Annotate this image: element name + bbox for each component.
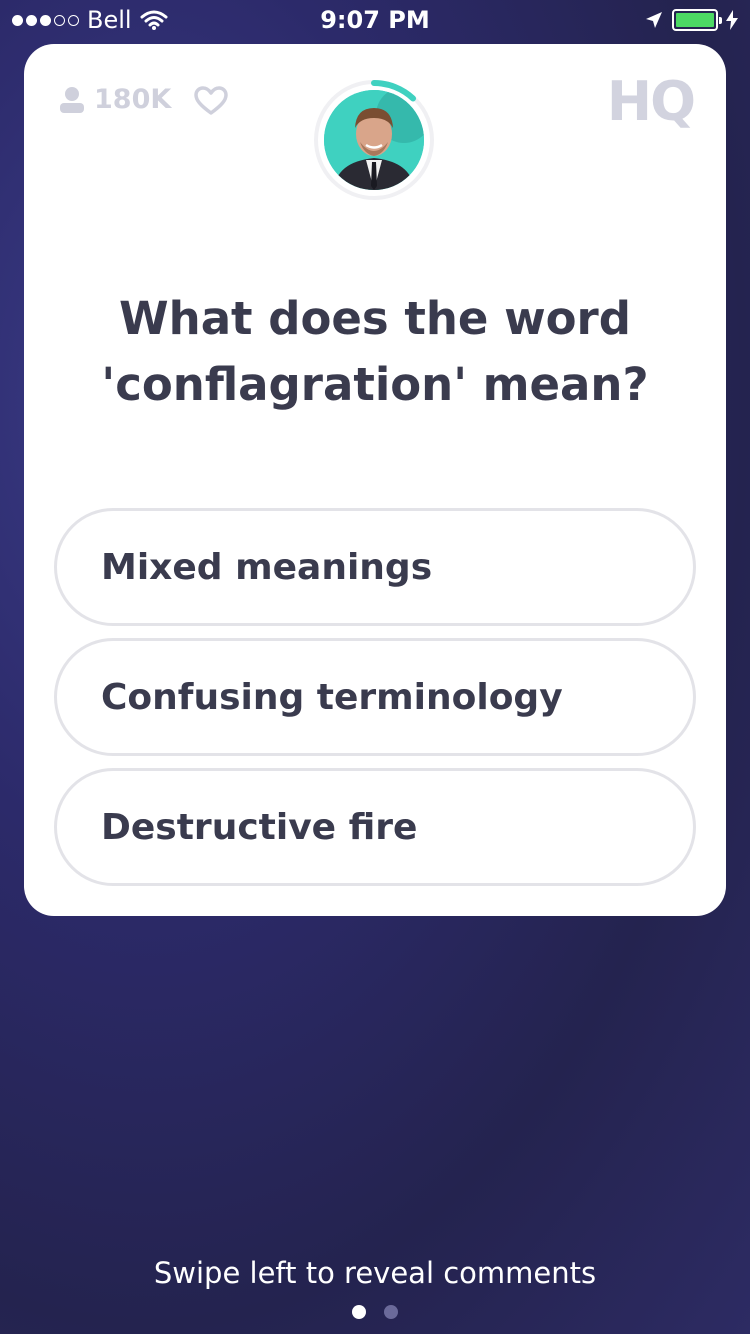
answer-option-1[interactable]: Mixed meanings — [54, 508, 696, 626]
wifi-icon — [140, 10, 168, 30]
answer-label: Mixed meanings — [101, 546, 433, 588]
battery-icon — [672, 9, 722, 31]
status-left: Bell — [12, 6, 168, 34]
answer-label: Confusing terminology — [101, 676, 563, 718]
person-icon — [60, 86, 84, 113]
swipe-hint: Swipe left to reveal comments — [153, 1256, 597, 1290]
status-right — [644, 9, 738, 31]
status-bar: Bell 9:07 PM — [0, 0, 750, 40]
signal-dot — [40, 14, 51, 26]
carrier-name: Bell — [87, 6, 132, 34]
signal-dot — [12, 14, 23, 26]
hq-logo: HQ — [606, 70, 696, 133]
host-portrait — [324, 90, 424, 190]
answer-option-3[interactable]: Destructive fire — [54, 768, 696, 886]
question-text: What does the word 'conflagration' mean? — [101, 292, 649, 411]
page-dot[interactable] — [384, 1305, 398, 1319]
host-avatar — [324, 90, 424, 190]
answer-option-2[interactable]: Confusing terminology — [54, 638, 696, 756]
heart-icon[interactable] — [194, 86, 228, 116]
charging-bolt-icon — [726, 10, 738, 30]
page-indicator[interactable] — [0, 1305, 750, 1319]
host-avatar-timer — [314, 80, 434, 200]
question-card: 180K HQ What does the word 'conflagratio… — [24, 44, 726, 916]
viewer-count-label: 180K — [94, 84, 172, 115]
viewer-count: 180K — [60, 84, 171, 115]
signal-strength — [12, 14, 79, 26]
battery-fill — [676, 13, 714, 27]
page-dot[interactable] — [352, 1305, 366, 1319]
answer-label: Destructive fire — [101, 806, 418, 848]
signal-dot — [54, 14, 65, 26]
signal-dot — [26, 14, 37, 26]
signal-dot — [68, 14, 79, 26]
location-arrow-icon — [646, 12, 662, 28]
